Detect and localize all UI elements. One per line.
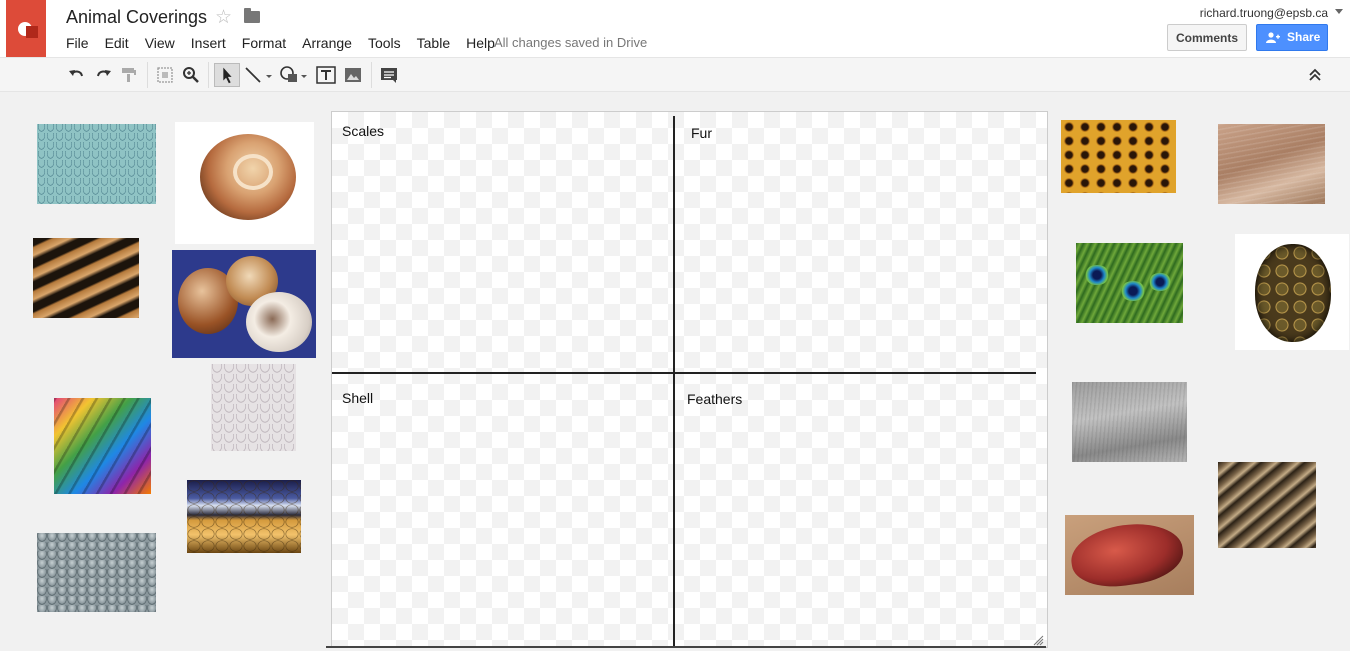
image-white-scales[interactable] <box>211 364 296 451</box>
folder-icon[interactable] <box>244 8 260 23</box>
star-icon[interactable]: ☆ <box>215 6 232 29</box>
shape-icon[interactable] <box>278 64 300 86</box>
image-brown-feathers[interactable] <box>1218 462 1316 548</box>
image-leopard-fur[interactable] <box>1061 120 1176 193</box>
label-scales[interactable]: Scales <box>342 123 384 139</box>
label-fur[interactable]: Fur <box>691 125 712 141</box>
horizontal-divider-line[interactable] <box>332 372 1036 374</box>
image-tiger-fur[interactable] <box>33 238 139 318</box>
image-fish-scales[interactable] <box>37 533 156 612</box>
share-button[interactable]: Share <box>1256 24 1328 51</box>
toolbar-separator <box>371 62 372 88</box>
select-pointer-icon[interactable] <box>214 63 240 87</box>
collapse-icon[interactable] <box>1304 64 1326 86</box>
zoom-icon[interactable] <box>180 64 202 86</box>
menu-tools[interactable]: Tools <box>360 35 409 51</box>
person-icon <box>1266 32 1280 43</box>
image-turtle-shell[interactable] <box>1235 234 1349 350</box>
menu-insert[interactable]: Insert <box>183 35 234 51</box>
undo-icon[interactable] <box>66 64 88 86</box>
comments-button[interactable]: Comments <box>1167 24 1247 51</box>
toolbar <box>0 57 1350 92</box>
label-shell[interactable]: Shell <box>342 390 373 406</box>
image-spiral-shell[interactable] <box>175 122 314 244</box>
share-label: Share <box>1287 30 1321 44</box>
resize-handle-icon[interactable] <box>1032 634 1044 646</box>
menu-arrange[interactable]: Arrange <box>294 35 360 51</box>
image-snake-scales[interactable] <box>187 480 301 553</box>
toolbar-separator <box>147 62 148 88</box>
image-colorful-feathers[interactable] <box>54 398 151 494</box>
paint-format-icon[interactable] <box>118 64 140 86</box>
image-peacock-feathers[interactable] <box>1076 243 1183 323</box>
menu-table[interactable]: Table <box>409 35 458 51</box>
drawings-logo[interactable] <box>6 0 46 57</box>
line-icon[interactable] <box>243 64 265 86</box>
image-crab-shell[interactable] <box>1065 515 1194 595</box>
text-box-icon[interactable] <box>315 64 337 86</box>
shape-dropdown-icon[interactable] <box>299 64 309 86</box>
image-icon[interactable] <box>342 64 364 86</box>
label-feathers[interactable]: Feathers <box>687 391 742 407</box>
toolbar-separator <box>208 62 209 88</box>
line-dropdown-icon[interactable] <box>264 64 274 86</box>
image-tan-fur[interactable] <box>1218 124 1325 204</box>
drawing-canvas[interactable] <box>331 111 1048 648</box>
vertical-divider-line[interactable] <box>673 116 675 646</box>
user-email[interactable]: richard.truong@epsb.ca <box>1200 6 1328 20</box>
select-all-icon[interactable] <box>154 64 176 86</box>
header: Animal Coverings ☆ File Edit View Insert… <box>0 0 1350 57</box>
menu-format[interactable]: Format <box>234 35 294 51</box>
account-caret-icon[interactable] <box>1335 9 1343 14</box>
image-blue-scales[interactable] <box>37 124 156 204</box>
comment-icon[interactable] <box>378 64 400 86</box>
document-title[interactable]: Animal Coverings <box>66 7 207 28</box>
menu-file[interactable]: File <box>58 35 97 51</box>
menu-edit[interactable]: Edit <box>97 35 137 51</box>
redo-icon[interactable] <box>92 64 114 86</box>
bottom-border-line[interactable] <box>326 646 1046 648</box>
save-status[interactable]: All changes saved in Drive <box>494 35 647 50</box>
menu-view[interactable]: View <box>137 35 183 51</box>
menu-bar: File Edit View Insert Format Arrange Too… <box>58 35 503 51</box>
image-gray-fur[interactable] <box>1072 382 1187 462</box>
image-snail-shells[interactable] <box>172 250 316 358</box>
